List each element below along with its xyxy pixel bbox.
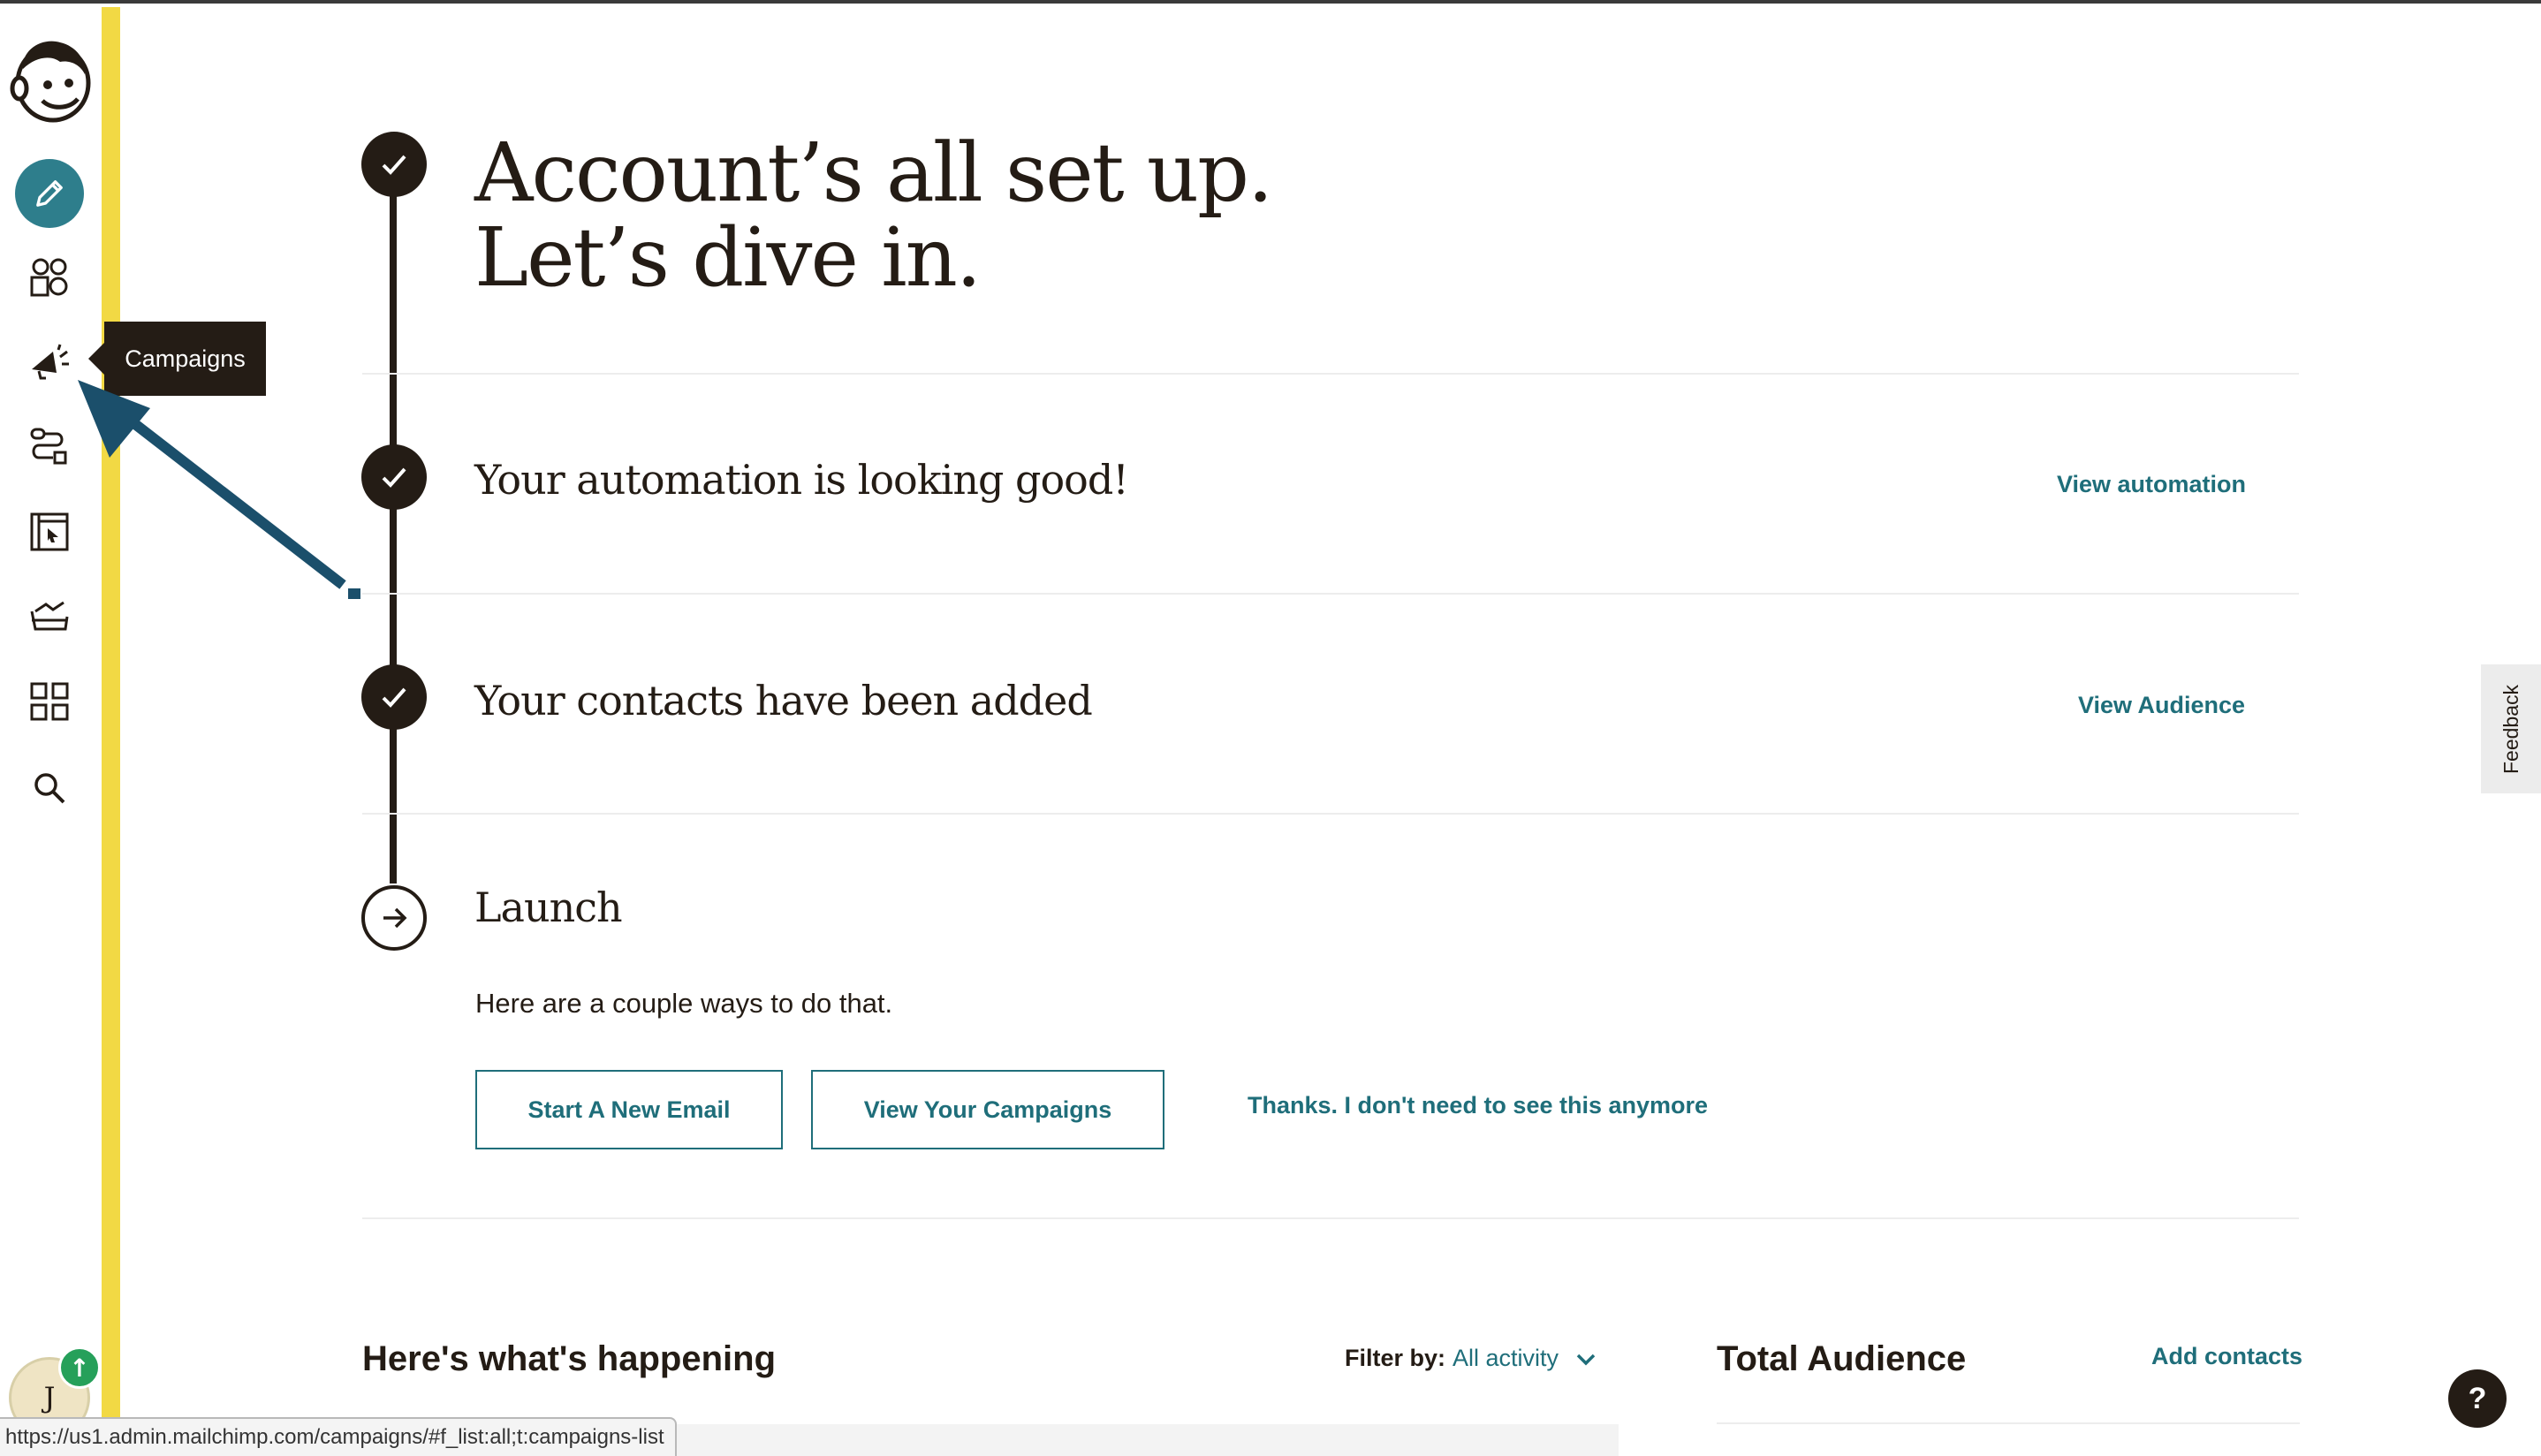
page-title-line-1: Account’s all set up. bbox=[474, 125, 1273, 220]
annotation-arrow-shaft bbox=[120, 411, 346, 589]
step-title-launch: Launch bbox=[474, 883, 623, 931]
activity-section-title: Here's what's happening bbox=[362, 1339, 777, 1378]
content-studio-icon bbox=[30, 601, 69, 631]
search-icon bbox=[34, 773, 65, 804]
divider bbox=[362, 593, 2299, 595]
view-audience-link[interactable]: View Audience bbox=[2078, 692, 2245, 719]
start-new-email-button[interactable]: Start A New Email bbox=[475, 1070, 783, 1149]
divider bbox=[362, 1217, 2299, 1219]
browser-status-url: https://us1.admin.mailchimp.com/campaign… bbox=[0, 1417, 677, 1456]
view-campaigns-button[interactable]: View Your Campaigns bbox=[811, 1070, 1164, 1149]
divider bbox=[362, 813, 2299, 815]
step-complete-marker bbox=[361, 444, 427, 510]
automations-nav-item[interactable] bbox=[19, 417, 80, 477]
audience-icon bbox=[30, 258, 68, 297]
step-complete-marker bbox=[361, 664, 427, 730]
view-automation-link[interactable]: View automation bbox=[2057, 471, 2246, 498]
page-title-line-2: Let’s dive in. bbox=[474, 210, 982, 305]
onboarding-timeline bbox=[390, 164, 397, 883]
step-title-contacts: Your contacts have been added bbox=[474, 677, 1093, 724]
page-title: Account’s all set up. Let’s dive in. bbox=[474, 125, 1273, 305]
window-top-border bbox=[0, 0, 2541, 4]
automation-icon bbox=[30, 428, 67, 465]
step-complete-marker bbox=[361, 132, 427, 197]
checkmark-icon bbox=[382, 467, 406, 488]
highlight-strip bbox=[102, 7, 120, 1456]
help-button[interactable]: ? bbox=[2448, 1369, 2507, 1428]
annotation-arrow-tail bbox=[348, 588, 360, 599]
checkmark-icon bbox=[382, 687, 406, 708]
grid-icon bbox=[30, 682, 69, 721]
feedback-tab[interactable]: Feedback bbox=[2481, 664, 2541, 793]
campaigns-nav-item[interactable] bbox=[19, 332, 80, 392]
create-button[interactable] bbox=[15, 159, 84, 228]
filter-label: Filter by: bbox=[1345, 1345, 1446, 1371]
website-icon bbox=[30, 512, 69, 551]
arrow-right-icon bbox=[383, 907, 407, 929]
audience-nav-item[interactable] bbox=[19, 247, 80, 307]
checkmark-icon bbox=[382, 155, 406, 175]
primary-sidebar: J ↑ bbox=[0, 4, 101, 1456]
add-contacts-link[interactable]: Add contacts bbox=[2151, 1343, 2302, 1370]
divider bbox=[362, 373, 2299, 375]
filter-value[interactable]: All activity bbox=[1453, 1345, 1559, 1372]
audience-section-title: Total Audience bbox=[1717, 1339, 1967, 1378]
pencil-icon bbox=[36, 180, 63, 207]
megaphone-icon bbox=[32, 344, 69, 380]
step-pending-marker bbox=[361, 885, 427, 951]
divider bbox=[1717, 1422, 2300, 1424]
chevron-down-icon[interactable] bbox=[1574, 1347, 1597, 1370]
content-nav-item[interactable] bbox=[19, 587, 80, 647]
website-nav-item[interactable] bbox=[19, 502, 80, 562]
integrations-nav-item[interactable] bbox=[19, 671, 80, 732]
activity-filter[interactable]: Filter by: All activity bbox=[1345, 1345, 1597, 1372]
campaigns-tooltip: Campaigns bbox=[88, 322, 266, 396]
upgrade-badge-icon[interactable]: ↑ bbox=[58, 1346, 101, 1389]
mailchimp-logo-icon[interactable] bbox=[7, 34, 95, 125]
feedback-label: Feedback bbox=[2499, 684, 2522, 774]
avatar-initial: J bbox=[43, 1381, 56, 1414]
launch-subtitle: Here are a couple ways to do that. bbox=[475, 988, 893, 1019]
dismiss-onboarding-link[interactable]: Thanks. I don't need to see this anymore bbox=[1248, 1092, 1708, 1119]
search-nav-item[interactable] bbox=[19, 758, 80, 818]
step-title-automation: Your automation is looking good! bbox=[474, 456, 1129, 504]
